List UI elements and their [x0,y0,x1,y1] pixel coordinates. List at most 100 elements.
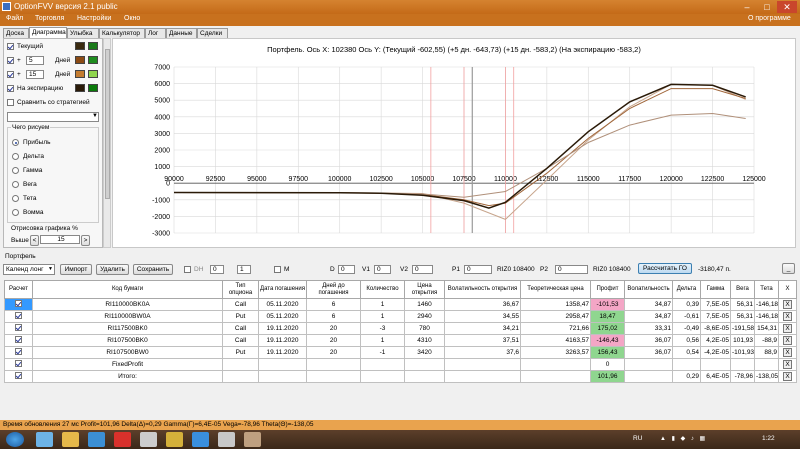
radio-profit[interactable] [12,139,19,146]
dh-checkbox[interactable] [184,266,191,273]
maximize-button[interactable]: □ [757,1,777,13]
tab-data[interactable]: Данные [166,28,197,38]
col-calc[interactable]: Расчет [4,280,33,299]
table-row[interactable]: FixedProfit 0 X [4,358,797,371]
days2-color-swatch[interactable] [75,70,85,78]
days1-checkbox[interactable] [7,57,14,64]
p1-input[interactable]: 0 [464,265,492,274]
app-icon-2[interactable] [166,432,183,447]
tab-calculator[interactable]: Калькулятор [99,28,145,38]
media-icon[interactable] [88,432,105,447]
above-increment-button[interactable]: > [81,235,90,246]
expiry-checkbox[interactable] [7,85,14,92]
minimize-button[interactable]: – [737,1,757,13]
tab-diagram[interactable]: Диаграмма [29,27,67,38]
radio-vega[interactable] [12,181,19,188]
col-delta[interactable]: Дельта [672,280,701,299]
close-button[interactable]: ✕ [777,1,797,13]
row-calc-cell[interactable] [4,370,33,383]
current-color-swatch[interactable] [75,42,85,50]
radio-gamma[interactable] [12,167,19,174]
days2-checkbox[interactable] [7,71,14,78]
row-delete-button[interactable]: X [783,312,792,321]
days1-color-swatch-2[interactable] [88,56,98,64]
row-calc-checkbox[interactable] [15,348,22,355]
row-delete-button[interactable]: X [783,336,792,345]
app-icon-3[interactable] [192,432,209,447]
tab-smile[interactable]: Улыбка [67,28,99,38]
menu-file[interactable]: Файл [6,15,23,22]
tray-icons[interactable]: ▲ ▮ ◆ ♪ ▦ [660,435,730,444]
ie-icon[interactable] [36,432,53,447]
row-calc-cell[interactable] [4,358,33,371]
tab-board[interactable]: Доска [3,28,29,38]
days2-color-swatch-2[interactable] [88,70,98,78]
start-button-icon[interactable] [6,432,24,447]
compare-checkbox[interactable] [7,99,14,106]
d-input[interactable]: 0 [338,265,355,274]
radio-vomma[interactable] [12,209,19,216]
row-calc-checkbox[interactable] [15,372,22,379]
row-calc-cell[interactable] [4,310,33,323]
v2-input[interactable]: 0 [412,265,433,274]
scrollbar-thumb[interactable] [105,49,110,199]
col-price[interactable]: Цена открытия [404,280,445,299]
tab-log[interactable]: Лог [145,28,166,38]
save-button[interactable]: Сохранить [133,264,173,275]
table-row[interactable]: Итого: 101,96 0,29 6,4E-05 -78,96 -138,05 X [4,370,797,383]
col-date[interactable]: Дата погашения [258,280,307,299]
col-x[interactable]: X [778,280,797,299]
app-icon-5[interactable] [244,432,261,447]
row-delete-button[interactable]: X [783,360,792,369]
col-code[interactable]: Код бумаги [32,280,223,299]
profit-chart[interactable]: 70006000500040003000200010000-1000-2000-… [112,38,796,248]
menu-trading[interactable]: Торговля [35,15,64,22]
language-indicator[interactable]: RU [633,435,642,442]
days1-input[interactable]: 5 [26,56,44,65]
above-input[interactable]: 15 [40,235,80,244]
menu-window[interactable]: Окно [124,15,140,22]
clock[interactable]: 1:22 [762,435,775,442]
row-calc-checkbox[interactable] [15,312,22,319]
menu-settings[interactable]: Настройки [77,15,111,22]
col-theta[interactable]: Тета [754,280,779,299]
dh-input-a[interactable]: 0 [210,265,224,274]
v1-input[interactable]: 0 [374,265,391,274]
delete-button[interactable]: Удалить [96,264,129,275]
app-icon-1[interactable] [140,432,157,447]
current-checkbox[interactable] [7,43,14,50]
col-vol[interactable]: Волатильность [624,280,673,299]
row-calc-cell[interactable] [4,334,33,347]
col-profit[interactable]: Профит [590,280,625,299]
row-calc-checkbox[interactable] [15,336,22,343]
extra-button[interactable]: _ [782,263,795,274]
tab-deals[interactable]: Сделки [197,28,228,38]
col-open-vol[interactable]: Волатильность открытия [444,280,521,299]
expiry-color-swatch-2[interactable] [88,84,98,92]
row-calc-checkbox[interactable] [15,300,22,307]
table-row[interactable]: RI107500BW0 Put 19.11.2020 20 -1 3420 37,6 3263… [4,346,797,359]
col-days[interactable]: Дней до погашения [306,280,361,299]
menu-about[interactable]: О программе [748,15,791,22]
col-type[interactable]: Тип опциона [222,280,259,299]
table-row[interactable]: RI107500BK0 Call 19.11.2020 20 1 4310 37,51 416… [4,334,797,347]
app-icon-4[interactable] [218,432,235,447]
row-calc-cell[interactable] [4,346,33,359]
days1-color-swatch[interactable] [75,56,85,64]
folder-icon[interactable] [62,432,79,447]
col-gamma[interactable]: Гамма [700,280,731,299]
row-calc-checkbox[interactable] [15,324,22,331]
import-button[interactable]: Импорт [60,264,92,275]
row-delete-button[interactable]: X [783,372,792,381]
expiry-color-swatch[interactable] [75,84,85,92]
p2-input[interactable]: 0 [555,265,588,274]
row-delete-button[interactable]: X [783,300,792,309]
strategy-select[interactable] [7,112,99,122]
row-delete-button[interactable]: X [783,324,792,333]
row-delete-button[interactable]: X [783,348,792,357]
calc-go-button[interactable]: Рассчитать ГО [638,263,692,274]
table-row[interactable]: RI110000BK0A Call 05.11.2020 6 1 1460 36,67 135… [4,298,797,311]
radio-delta[interactable] [12,153,19,160]
yandex-browser-icon[interactable] [114,432,131,447]
col-qty[interactable]: Количество [360,280,405,299]
